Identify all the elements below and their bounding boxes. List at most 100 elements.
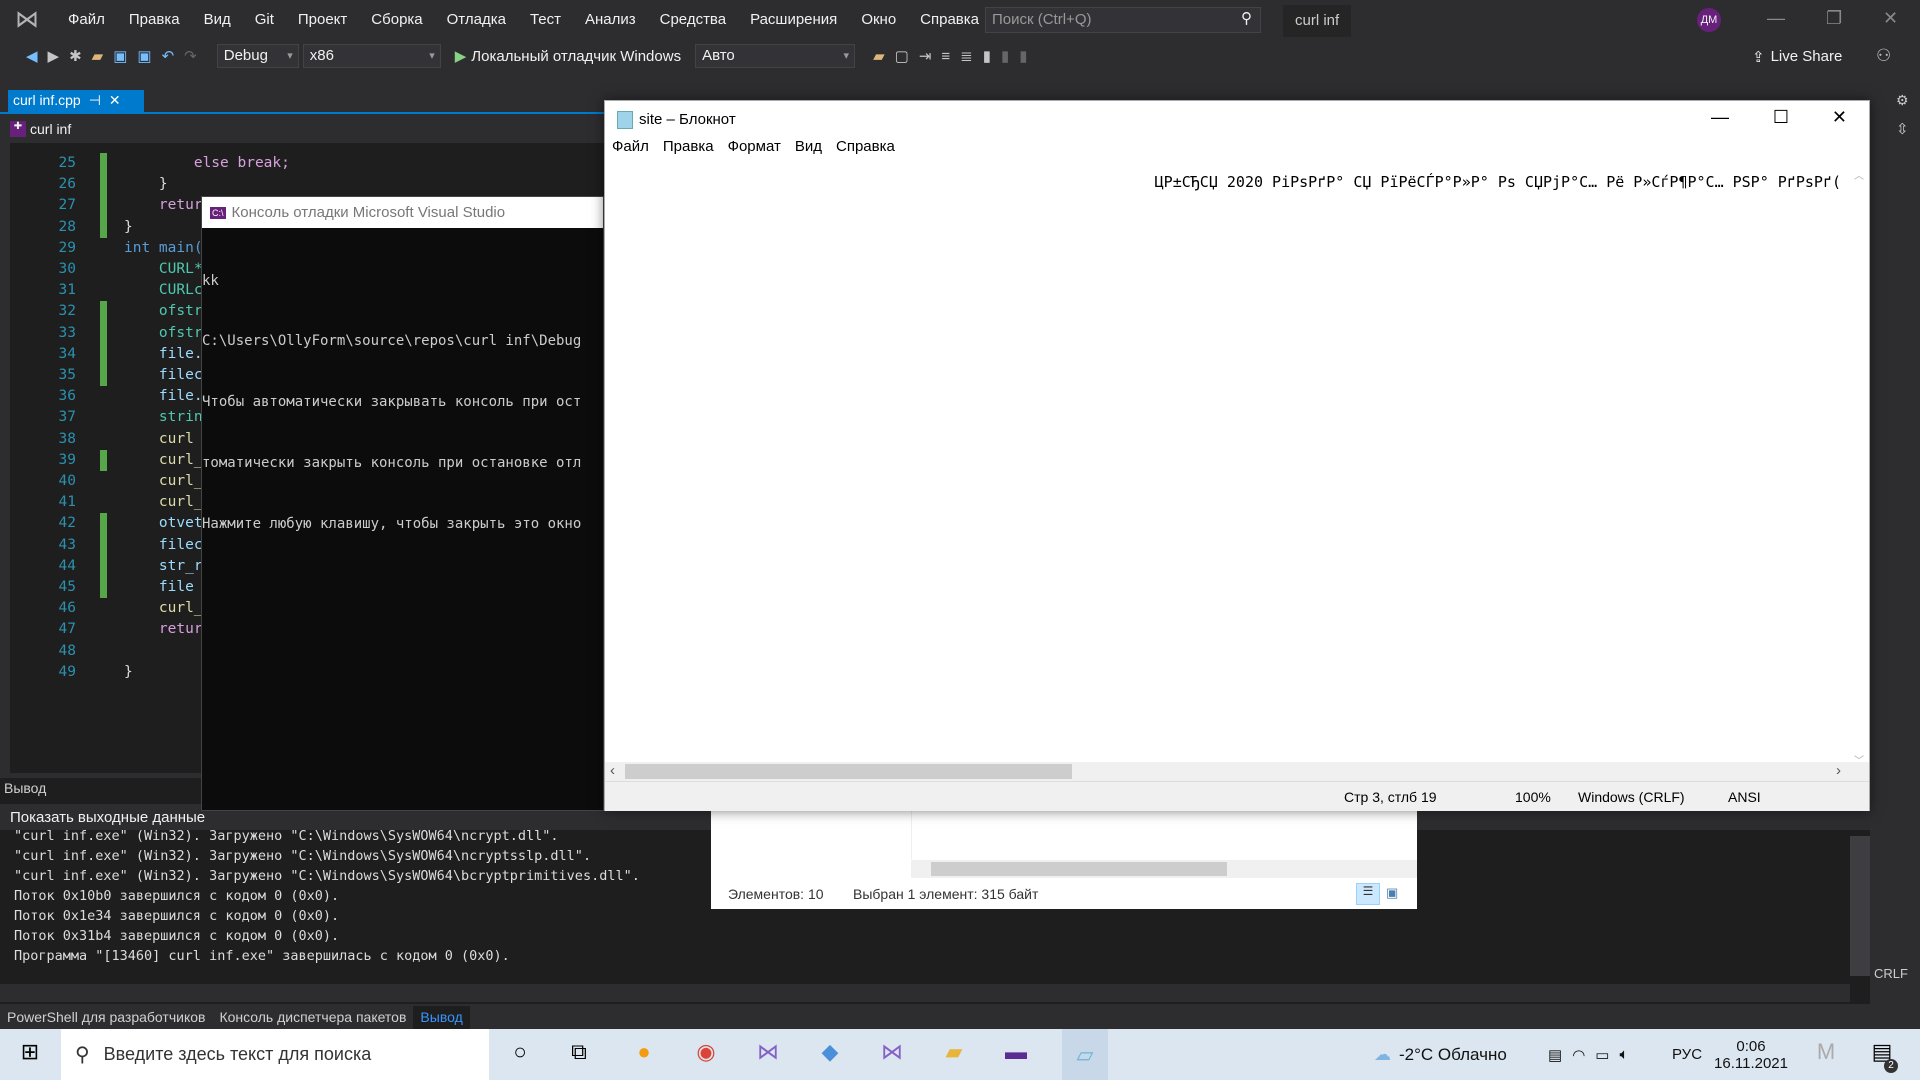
menu-view[interactable]: Вид xyxy=(192,0,243,40)
menu-test[interactable]: Тест xyxy=(518,0,573,40)
menu-analyze[interactable]: Анализ xyxy=(573,0,648,40)
pin-icon[interactable]: ⊣ xyxy=(89,92,101,110)
notepad-taskbar-icon[interactable]: ▱ xyxy=(1062,1029,1108,1080)
volume-icon[interactable]: 🔈︎ xyxy=(1619,1046,1628,1063)
scroll-right-icon[interactable]: › xyxy=(1836,762,1841,779)
cortana-icon[interactable]: ○ xyxy=(504,1039,536,1069)
save-icon[interactable]: ▣ xyxy=(113,47,127,65)
notepad-close-icon[interactable]: ✕ xyxy=(1832,107,1847,128)
live-share-button[interactable]: ⇪ Live Share xyxy=(1752,48,1842,66)
scroll-thumb[interactable] xyxy=(625,764,1072,779)
menu-project[interactable]: Проект xyxy=(286,0,359,40)
battery-icon[interactable]: ▭ xyxy=(1595,1046,1609,1064)
scroll-left-icon[interactable]: ‹ xyxy=(610,762,615,779)
notepad-menu-help[interactable]: Справка xyxy=(829,138,902,163)
vs-search-input[interactable]: Поиск (Ctrl+Q) ⚲ xyxy=(985,7,1261,33)
tab-output[interactable]: Вывод xyxy=(413,1006,470,1030)
tray-app-icon[interactable]: ▤ xyxy=(1548,1046,1562,1064)
settings-gear-icon[interactable]: ⚙ xyxy=(1896,92,1909,109)
tab-label: curl inf.cpp xyxy=(13,92,81,108)
output-vertical-scrollbar[interactable] xyxy=(1850,836,1870,976)
save-all-icon[interactable]: ▣ xyxy=(137,47,151,65)
network-app-icon[interactable]: ◆ xyxy=(814,1039,846,1069)
explorer-horizontal-scrollbar[interactable] xyxy=(911,860,1417,878)
line-number: 40 xyxy=(58,473,76,489)
feedback-icon[interactable]: ⚇ xyxy=(1876,46,1891,66)
file-explorer-icon[interactable]: ▰ xyxy=(938,1039,970,1069)
output-horizontal-scrollbar[interactable] xyxy=(0,984,1850,1002)
redo-icon[interactable]: ↷ xyxy=(184,47,197,65)
large-icons-view-icon[interactable]: ▣ xyxy=(1386,885,1398,901)
menu-file[interactable]: Файл xyxy=(56,0,117,40)
menu-window[interactable]: Окно xyxy=(849,0,908,40)
run-debugger-button[interactable]: Локальный отладчик Windows xyxy=(471,48,681,65)
find-in-files-icon[interactable]: ▰ xyxy=(873,47,885,65)
taskbar-search-input[interactable]: ⚲ Введите здесь текст для поиска xyxy=(61,1029,489,1080)
restore-icon[interactable]: ❐ xyxy=(1826,8,1842,29)
menu-help[interactable]: Справка xyxy=(908,0,991,40)
meet-icon[interactable]: M xyxy=(1810,1039,1842,1069)
notepad-menu-edit[interactable]: Правка xyxy=(656,138,721,163)
split-icon[interactable]: ⇳ xyxy=(1896,120,1918,140)
language-indicator[interactable]: РУС xyxy=(1672,1029,1702,1080)
bookmark-prev-icon[interactable]: ▮ xyxy=(1001,47,1009,65)
code-line: curl_ xyxy=(124,451,203,468)
tab-package-manager-console[interactable]: Консоль диспетчера пакетов xyxy=(212,1006,413,1030)
visual-studio-icon[interactable]: ⋈ xyxy=(752,1039,784,1069)
project-icon: ✚ xyxy=(10,121,26,137)
avatar[interactable]: ДМ xyxy=(1697,8,1721,32)
back-icon[interactable]: ◀ xyxy=(26,47,38,65)
undo-icon[interactable]: ↶ xyxy=(162,47,175,65)
weather-widget[interactable]: ☁ -2°C Облачно xyxy=(1374,1029,1507,1080)
notepad-minimize-icon[interactable]: — xyxy=(1711,107,1729,128)
bookmark-icon[interactable]: ▮ xyxy=(983,47,991,65)
forward-icon[interactable]: ▶ xyxy=(48,47,60,65)
menu-build[interactable]: Сборка xyxy=(359,0,434,40)
play-icon[interactable]: ▶ xyxy=(455,47,467,65)
start-windows-icon[interactable]: ⊞ xyxy=(14,1039,46,1069)
console-taskbar-icon[interactable]: ▬ xyxy=(1000,1039,1032,1069)
notepad-text-area[interactable]: ЦР±СЂСЏ 2020 РіРѕРґР° СЏ РїРёСЃР°Р»Р° Рѕ… xyxy=(605,163,1851,763)
comment-icon[interactable]: ≣ xyxy=(960,47,973,65)
tab-close-icon[interactable]: ✕ xyxy=(109,92,121,110)
notepad-menu-file[interactable]: Файл xyxy=(605,138,656,163)
debug-console-window[interactable]: C:\ Консоль отладки Microsoft Visual Stud… xyxy=(201,196,604,811)
notepad-menu-format[interactable]: Формат xyxy=(721,138,788,163)
tab-curl-inf-cpp[interactable]: curl inf.cpp ⊣ ✕ xyxy=(8,90,144,112)
line-number: 46 xyxy=(58,600,76,617)
close-icon[interactable]: ✕ xyxy=(1883,8,1898,29)
notepad-horizontal-scrollbar[interactable]: ‹ › xyxy=(605,762,1869,781)
menu-extensions[interactable]: Расширения xyxy=(738,0,849,40)
chrome-icon[interactable]: ◉ xyxy=(690,1039,722,1069)
line-ending-indicator[interactable]: CRLF xyxy=(1874,966,1908,981)
menu-debug[interactable]: Отладка xyxy=(435,0,518,40)
menu-edit[interactable]: Правка xyxy=(117,0,192,40)
visual-studio-running-icon[interactable]: ⋈ xyxy=(876,1039,908,1069)
clock[interactable]: 0:06 16.11.2021 xyxy=(1714,1029,1788,1080)
new-item-icon[interactable]: ✱ xyxy=(69,47,82,65)
console-title-bar: C:\ Консоль отладки Microsoft Visual Stud… xyxy=(202,197,603,228)
firefox-icon[interactable]: ● xyxy=(628,1039,660,1069)
minimize-icon[interactable]: — xyxy=(1767,8,1785,29)
bookmark-next-icon[interactable]: ▮ xyxy=(1019,47,1027,65)
open-folder-icon[interactable]: ▰ xyxy=(92,47,104,65)
right-strip: ⇳ CRLF xyxy=(1870,100,1920,1029)
notepad-menu-view[interactable]: Вид xyxy=(788,138,829,163)
auto-select[interactable]: Авто xyxy=(695,44,856,68)
indent-icon[interactable]: ≡ xyxy=(941,48,950,65)
tab-developer-powershell[interactable]: PowerShell для разработчиков xyxy=(0,1006,212,1030)
details-view-icon[interactable]: ☰ xyxy=(1356,883,1380,905)
browser-icon[interactable]: ▢ xyxy=(895,47,909,65)
platform-select[interactable]: x86 xyxy=(302,44,441,68)
wifi-icon[interactable]: ◠ xyxy=(1572,1046,1585,1064)
notifications-icon[interactable]: ▤ 2 xyxy=(1866,1039,1898,1073)
notepad-maximize-icon[interactable]: ☐ xyxy=(1773,107,1789,128)
task-view-icon[interactable]: ⧉ xyxy=(563,1039,595,1069)
line-number: 42 xyxy=(58,515,76,532)
menu-git[interactable]: Git xyxy=(243,0,286,40)
menu-tools[interactable]: Средства xyxy=(648,0,738,40)
notepad-vertical-scrollbar[interactable]: ︿﹀ xyxy=(1849,163,1869,767)
project-nav-dropdown[interactable]: ✚ curl inf xyxy=(10,118,71,140)
step-icon[interactable]: ⇥ xyxy=(919,47,932,65)
configuration-select[interactable]: Debug xyxy=(216,44,299,68)
